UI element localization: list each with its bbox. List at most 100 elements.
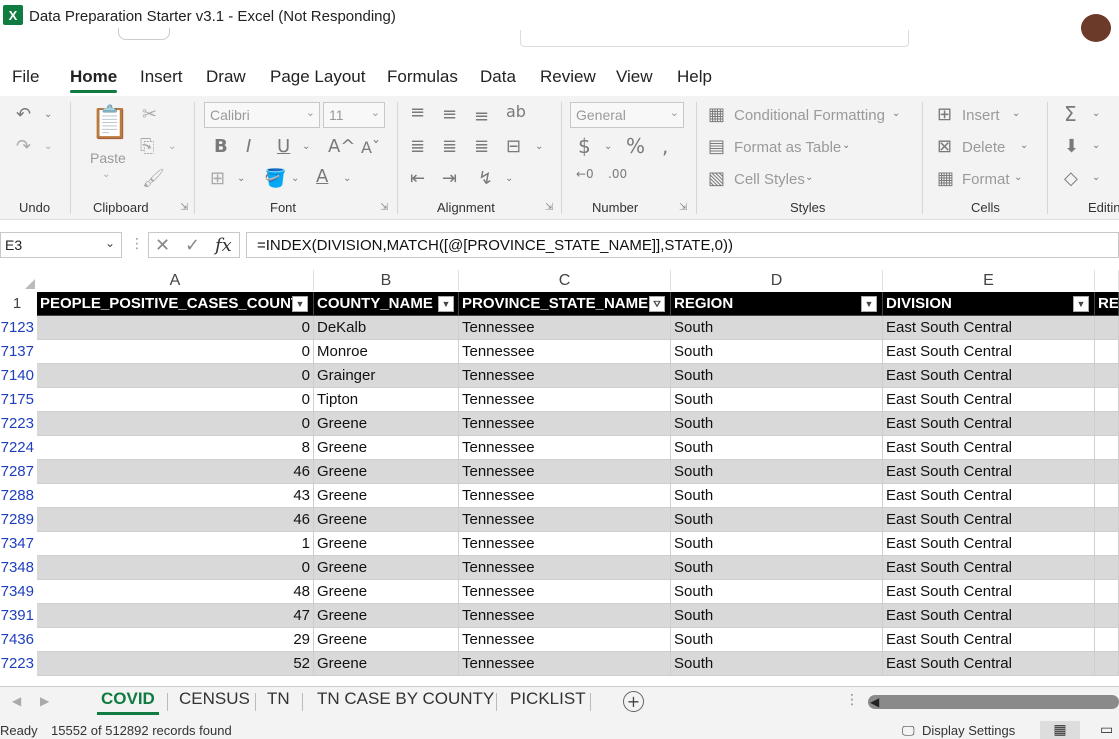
cell-county[interactable]: DeKalb <box>314 316 459 340</box>
cell-state[interactable]: Tennessee <box>459 460 671 484</box>
name-box[interactable]: E3 ⌄ <box>0 232 122 258</box>
increase-font-icon[interactable]: A^ <box>328 138 355 156</box>
row-number[interactable]: 7349 <box>0 580 37 604</box>
font-color-icon[interactable]: A <box>316 168 328 186</box>
cell-state[interactable]: Tennessee <box>459 388 671 412</box>
chevron-down-icon[interactable]: ⌄ <box>1012 109 1020 119</box>
cell-county[interactable]: Greene <box>314 412 459 436</box>
cell-region[interactable]: South <box>671 340 883 364</box>
row-number[interactable]: 7223 <box>0 412 37 436</box>
cell-state[interactable]: Tennessee <box>459 340 671 364</box>
cell-division[interactable]: East South Central <box>883 364 1095 388</box>
cell-state[interactable]: Tennessee <box>459 364 671 388</box>
filter-active-icon[interactable]: ⛛ <box>649 296 665 312</box>
dialog-launcher-icon[interactable]: ⇲ <box>380 202 388 213</box>
chevron-down-icon[interactable]: ⌄ <box>1020 141 1028 151</box>
borders-icon[interactable]: ⊞ <box>210 170 225 188</box>
display-settings-icon[interactable]: 🖵 <box>902 723 915 739</box>
undo-icon[interactable]: ↶ <box>16 106 31 124</box>
cell-county[interactable]: Greene <box>314 628 459 652</box>
cell-overflow[interactable] <box>1095 388 1119 412</box>
cell-cases[interactable]: 0 <box>37 412 314 436</box>
cell-division[interactable]: East South Central <box>883 628 1095 652</box>
cell-county[interactable]: Greene <box>314 460 459 484</box>
filter-dropdown-icon[interactable]: ▼ <box>438 296 454 312</box>
decrease-font-icon[interactable]: Aˇ <box>361 140 380 156</box>
cell-cases[interactable]: 1 <box>37 532 314 556</box>
dialog-launcher-icon[interactable]: ⇲ <box>679 202 687 213</box>
cell-overflow[interactable] <box>1095 532 1119 556</box>
tab-view[interactable]: View <box>616 67 653 87</box>
tab-file[interactable]: File <box>12 67 39 87</box>
row-number[interactable]: 7224 <box>0 436 37 460</box>
align-right-icon[interactable]: ≣ <box>474 138 489 156</box>
font-size-select[interactable]: 11 ⌄ <box>323 102 385 128</box>
number-format-select[interactable]: General ⌄ <box>570 102 684 128</box>
cell-cases[interactable]: 0 <box>37 364 314 388</box>
cell-county[interactable]: Greene <box>314 580 459 604</box>
sheet-tab-tn-case-by-county[interactable]: TN CASE BY COUNTY <box>317 689 494 709</box>
cell-cases[interactable]: 0 <box>37 388 314 412</box>
cell-region[interactable]: South <box>671 556 883 580</box>
cell-overflow[interactable] <box>1095 556 1119 580</box>
cut-icon[interactable]: ✂ <box>142 106 157 124</box>
decrease-indent-icon[interactable]: ⇤ <box>410 170 425 188</box>
row-number[interactable]: 7391 <box>0 604 37 628</box>
scroll-tabs-left-icon[interactable]: ◀ <box>12 694 21 708</box>
format-painter-icon[interactable]: 🖌 <box>142 170 165 188</box>
cell-county[interactable]: Monroe <box>314 340 459 364</box>
cell-division[interactable]: East South Central <box>883 412 1095 436</box>
cell-region[interactable]: South <box>671 484 883 508</box>
align-bottom-icon[interactable]: ≡ <box>474 108 489 126</box>
cell-region[interactable]: South <box>671 388 883 412</box>
row-number[interactable]: 7175 <box>0 388 37 412</box>
column-header-d[interactable]: D <box>671 270 883 291</box>
chevron-down-icon[interactable]: ⌄ <box>44 142 52 152</box>
dialog-launcher-icon[interactable]: ⇲ <box>180 202 188 213</box>
cell-division[interactable]: East South Central <box>883 532 1095 556</box>
display-settings-button[interactable]: Display Settings <box>922 723 1015 738</box>
cell-overflow[interactable] <box>1095 652 1119 676</box>
cell-overflow[interactable] <box>1095 508 1119 532</box>
cell-division[interactable]: East South Central <box>883 508 1095 532</box>
select-all-button[interactable] <box>0 270 37 291</box>
cell-county[interactable]: Greene <box>314 436 459 460</box>
cell-state[interactable]: Tennessee <box>459 628 671 652</box>
decrease-decimal-icon[interactable]: .00 <box>608 168 627 180</box>
format-cells-button[interactable]: Format <box>962 171 1010 188</box>
cell-overflow[interactable] <box>1095 364 1119 388</box>
cell-region[interactable]: South <box>671 652 883 676</box>
chevron-down-icon[interactable]: ⌄ <box>237 174 245 184</box>
chevron-down-icon[interactable]: ⌄ <box>505 174 513 184</box>
cell-overflow[interactable] <box>1095 436 1119 460</box>
scroll-tabs-right-icon[interactable]: ▶ <box>40 694 49 708</box>
cell-division[interactable]: East South Central <box>883 580 1095 604</box>
comma-icon[interactable]: , <box>662 136 668 156</box>
cell-county[interactable]: Tipton <box>314 388 459 412</box>
cell-county[interactable]: Greene <box>314 652 459 676</box>
cell-cases[interactable]: 8 <box>37 436 314 460</box>
filter-dropdown-icon[interactable]: ▼ <box>292 296 308 312</box>
increase-decimal-icon[interactable]: ←0 <box>576 168 594 180</box>
cell-division[interactable]: East South Central <box>883 604 1095 628</box>
column-header-b[interactable]: B <box>314 270 459 291</box>
increase-indent-icon[interactable]: ⇥ <box>442 170 457 188</box>
row-number[interactable]: 7137 <box>0 340 37 364</box>
chevron-down-icon[interactable]: ⌄ <box>1092 173 1100 183</box>
italic-icon[interactable]: I <box>246 138 251 156</box>
cell-styles-button[interactable]: Cell Styles <box>734 171 805 188</box>
cell-cases[interactable]: 46 <box>37 460 314 484</box>
cell-region[interactable]: South <box>671 412 883 436</box>
cell-region[interactable]: South <box>671 364 883 388</box>
cell-region[interactable]: South <box>671 460 883 484</box>
tab-draw[interactable]: Draw <box>206 67 246 87</box>
cell-division[interactable]: East South Central <box>883 388 1095 412</box>
delete-cells-icon[interactable]: ⊠ <box>937 138 952 156</box>
row-number[interactable]: 7287 <box>0 460 37 484</box>
cell-state[interactable]: Tennessee <box>459 412 671 436</box>
redo-icon[interactable]: ↷ <box>16 138 31 156</box>
chevron-down-icon[interactable]: ⌄ <box>102 170 110 180</box>
paste-label[interactable]: Paste <box>90 150 126 166</box>
chevron-down-icon[interactable]: ⌄ <box>1092 109 1100 119</box>
column-header-c[interactable]: C <box>459 270 671 291</box>
